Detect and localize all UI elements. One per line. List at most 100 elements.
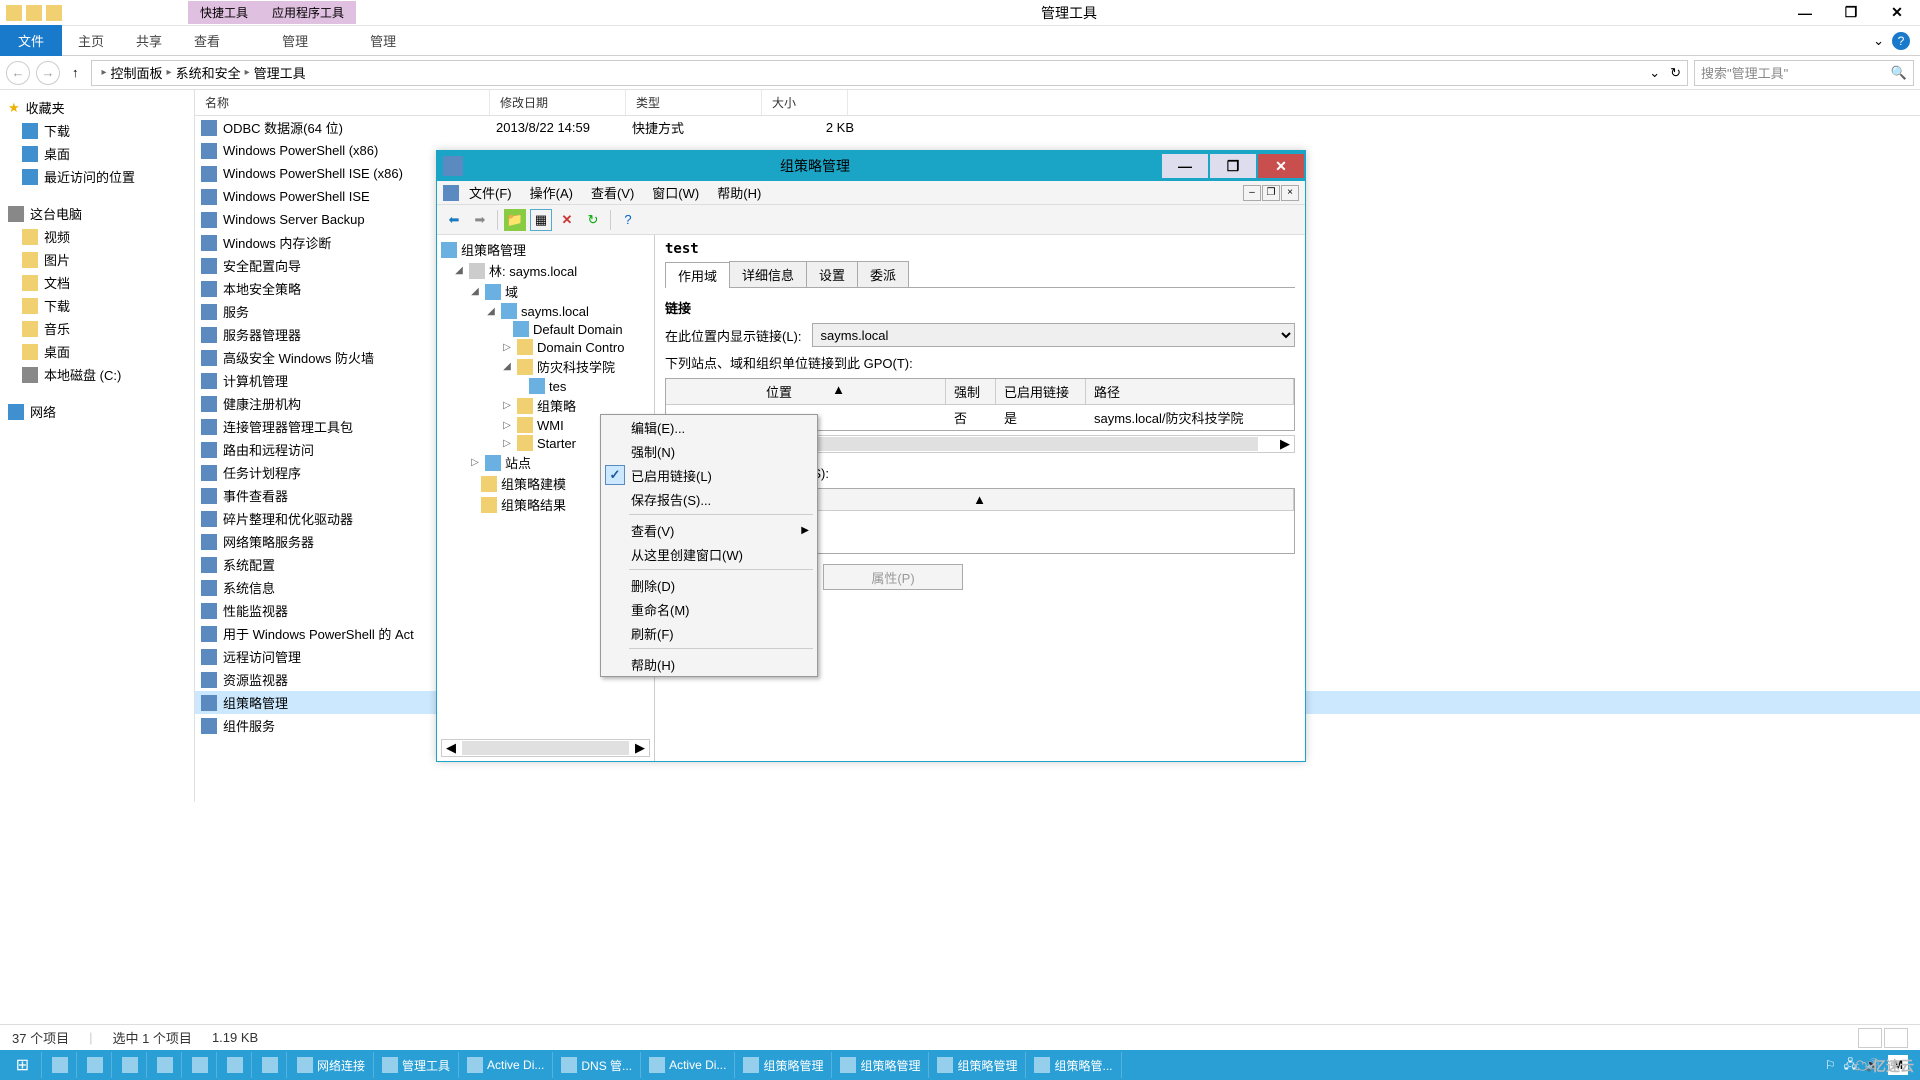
menu-window[interactable]: 窗口(W) xyxy=(644,181,707,204)
qat-icon[interactable] xyxy=(46,5,62,21)
forward-icon[interactable]: ➡ xyxy=(469,209,491,231)
tray-flag-icon[interactable]: ⚐ xyxy=(1825,1058,1836,1072)
taskbar-app[interactable]: 组策略管理 xyxy=(832,1052,929,1078)
taskbar-app[interactable]: 组策略管理 xyxy=(735,1052,832,1078)
start-button[interactable]: ⊞ xyxy=(4,1052,42,1078)
menu-view[interactable]: 查看(V) xyxy=(583,181,642,204)
ribbon-chevron-icon[interactable]: ⌄ xyxy=(1873,33,1884,49)
context-menu-item[interactable]: 刷新(F) xyxy=(601,621,817,645)
close-button[interactable]: ✕ xyxy=(1874,0,1920,26)
taskbar-pinned[interactable] xyxy=(254,1052,287,1078)
sidebar-item[interactable]: 桌面 xyxy=(4,340,190,363)
taskbar-app[interactable]: 组策略管理 xyxy=(929,1052,1026,1078)
forward-button[interactable]: → xyxy=(36,61,60,85)
gpmc-minimize[interactable]: — xyxy=(1162,154,1208,178)
tab-scope[interactable]: 作用域 xyxy=(665,262,730,288)
col-path[interactable]: 路径 xyxy=(1086,379,1294,404)
sidebar-item[interactable]: 图片 xyxy=(4,248,190,271)
tree-domain[interactable]: ◢sayms.local xyxy=(441,302,650,320)
tree-domains[interactable]: ◢域 xyxy=(441,281,650,302)
chevron-right-icon[interactable]: ▸ xyxy=(245,67,250,78)
chevron-right-icon[interactable]: ▸ xyxy=(102,67,107,78)
taskbar-pinned[interactable] xyxy=(44,1052,77,1078)
tree-ou[interactable]: ◢防灾科技学院 xyxy=(441,356,650,377)
tab-delegation[interactable]: 委派 xyxy=(857,261,909,287)
context-menu-item[interactable]: 重命名(M) xyxy=(601,597,817,621)
breadcrumb-part[interactable]: 系统和安全 xyxy=(176,63,241,82)
col-size[interactable]: 大小 xyxy=(762,90,848,115)
col-date[interactable]: 修改日期 xyxy=(490,90,626,115)
breadcrumb-part[interactable]: 管理工具 xyxy=(254,63,306,82)
sidebar-favorites[interactable]: ★收藏夹 xyxy=(4,96,190,119)
taskbar-app[interactable]: Active Di... xyxy=(459,1052,553,1078)
maximize-button[interactable]: ❐ xyxy=(1828,0,1874,26)
menu-action[interactable]: 操作(A) xyxy=(522,181,581,204)
search-input[interactable]: 搜索"管理工具" 🔍 xyxy=(1694,60,1914,86)
sidebar-item[interactable]: 下载 xyxy=(4,294,190,317)
taskbar-pinned[interactable] xyxy=(114,1052,147,1078)
delete-icon[interactable]: ✕ xyxy=(556,209,578,231)
sidebar-item[interactable]: 文档 xyxy=(4,271,190,294)
gpmc-close[interactable]: ✕ xyxy=(1258,154,1304,178)
taskbar-app[interactable]: DNS 管... xyxy=(553,1052,641,1078)
sidebar-item[interactable]: 本地磁盘 (C:) xyxy=(4,363,190,386)
ribbon-tab-home[interactable]: 主页 xyxy=(62,25,120,56)
minimize-button[interactable]: — xyxy=(1782,0,1828,26)
expand-icon[interactable]: ▷ xyxy=(501,342,513,353)
context-menu-item[interactable]: 从这里创建窗口(W) xyxy=(601,542,817,566)
taskbar-app[interactable]: 管理工具 xyxy=(374,1052,459,1078)
tab-details[interactable]: 详细信息 xyxy=(729,261,807,287)
tree-forest[interactable]: ◢林: sayms.local xyxy=(441,260,650,281)
dropdown-icon[interactable]: ⌄ xyxy=(1643,65,1666,81)
tree-gpo-test[interactable]: tes xyxy=(441,377,650,395)
breadcrumb-part[interactable]: 控制面板 xyxy=(111,63,163,82)
collapse-icon[interactable]: ◢ xyxy=(453,265,465,276)
file-row[interactable]: ODBC 数据源(64 位) 2013/8/22 14:59 快捷方式 2 KB xyxy=(195,116,1920,139)
tree-ou[interactable]: ▷Domain Contro xyxy=(441,338,650,356)
mdi-restore[interactable]: ❐ xyxy=(1262,185,1280,201)
collapse-icon[interactable]: ◢ xyxy=(501,361,513,372)
collapse-icon[interactable]: ◢ xyxy=(469,286,481,297)
col-name[interactable]: 名称 xyxy=(195,90,490,115)
links-location-select[interactable]: sayms.local xyxy=(812,323,1295,347)
context-menu-item[interactable]: 强制(N) xyxy=(601,439,817,463)
expand-icon[interactable]: ▷ xyxy=(501,400,513,411)
back-icon[interactable]: ⬅ xyxy=(443,209,465,231)
collapse-icon[interactable]: ◢ xyxy=(485,306,497,317)
sidebar-network[interactable]: 网络 xyxy=(4,400,190,423)
context-menu-item[interactable]: 编辑(E)... xyxy=(601,415,817,439)
taskbar-app[interactable]: 组策略管... xyxy=(1026,1052,1121,1078)
taskbar-app[interactable]: Active Di... xyxy=(641,1052,735,1078)
tree-node[interactable]: ▷组策略 xyxy=(441,395,650,416)
menu-help[interactable]: 帮助(H) xyxy=(709,181,769,204)
show-icon[interactable]: ▦ xyxy=(530,209,552,231)
breadcrumb[interactable]: ▸ 控制面板 ▸ 系统和安全 ▸ 管理工具 ⌄ ↻ xyxy=(91,60,1689,86)
up-icon[interactable]: 📁 xyxy=(504,209,526,231)
menu-file[interactable]: 文件(F) xyxy=(461,181,520,204)
ribbon-tab-manage2[interactable]: 管理 xyxy=(354,25,412,56)
chevron-right-icon[interactable]: ▸ xyxy=(167,67,172,78)
sidebar-thispc[interactable]: 这台电脑 xyxy=(4,202,190,225)
col-location[interactable]: 位置▲ xyxy=(666,379,946,404)
context-menu-item[interactable]: 帮助(H) xyxy=(601,652,817,676)
help-icon[interactable]: ? xyxy=(617,209,639,231)
col-enforced[interactable]: 强制 xyxy=(946,379,996,404)
expand-icon[interactable]: ▷ xyxy=(501,438,513,449)
mdi-min[interactable]: – xyxy=(1243,185,1261,201)
sidebar-item[interactable]: 音乐 xyxy=(4,317,190,340)
taskbar-pinned[interactable] xyxy=(219,1052,252,1078)
context-tab-app[interactable]: 应用程序工具 xyxy=(260,1,356,24)
gpmc-titlebar[interactable]: 组策略管理 — ❐ ✕ xyxy=(437,151,1305,181)
col-enabled[interactable]: 已启用链接 xyxy=(996,379,1086,404)
tree-root[interactable]: 组策略管理 xyxy=(441,239,650,260)
col-type[interactable]: 类型 xyxy=(626,90,762,115)
sidebar-item[interactable]: 桌面 xyxy=(4,142,190,165)
taskbar-pinned[interactable] xyxy=(149,1052,182,1078)
taskbar-pinned[interactable] xyxy=(79,1052,112,1078)
context-menu-item[interactable]: 删除(D) xyxy=(601,573,817,597)
context-menu-item[interactable]: ✓已启用链接(L) xyxy=(601,463,817,487)
view-icons-button[interactable] xyxy=(1884,1028,1908,1048)
help-icon[interactable]: ? xyxy=(1892,32,1910,50)
tree-gpo[interactable]: Default Domain xyxy=(441,320,650,338)
file-tab[interactable]: 文件 xyxy=(0,25,62,56)
